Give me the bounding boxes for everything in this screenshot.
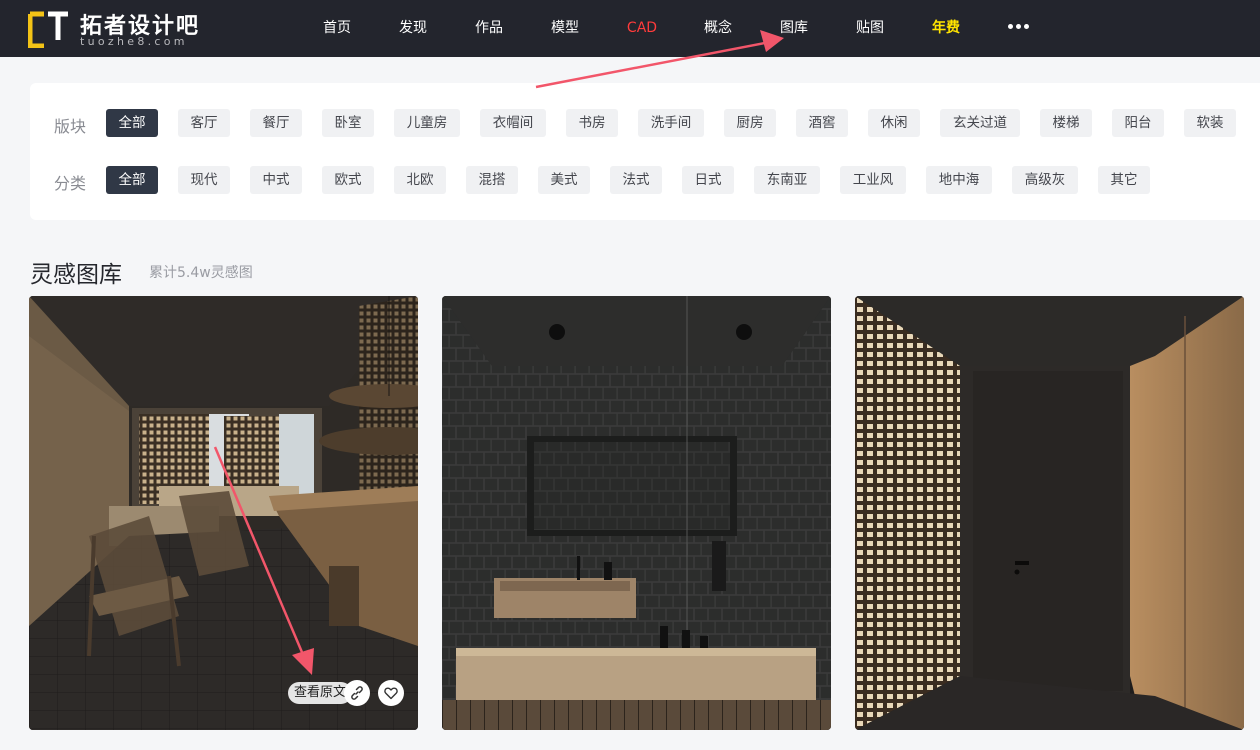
chip-block-kids-room[interactable]: 儿童房: [394, 109, 460, 137]
top-navigation-bar: 拓者设计吧 tuozhe8.com 首页 发现 作品 模型 CAD 概念 图库 …: [0, 0, 1260, 57]
chip-category-southeast-asian[interactable]: 东南亚: [754, 166, 820, 194]
chip-category-premium-grey[interactable]: 高级灰: [1012, 166, 1078, 194]
chip-block-balcony[interactable]: 阳台: [1112, 109, 1164, 137]
nav-item-discover[interactable]: 发现: [399, 17, 427, 39]
chip-category-japanese[interactable]: 日式: [682, 166, 734, 194]
filter-label-category: 分类: [54, 174, 87, 193]
living-room-image: [29, 296, 418, 730]
gallery-count: 累计5.4w灵感图: [149, 265, 253, 281]
nav-item-works[interactable]: 作品: [475, 17, 503, 39]
chip-block-leisure[interactable]: 休闲: [868, 109, 920, 137]
gallery-card-bathroom[interactable]: [442, 296, 831, 730]
nav-item-cad[interactable]: CAD: [627, 17, 657, 39]
nav-item-annual[interactable]: 年费: [932, 17, 960, 39]
chip-block-cloakroom[interactable]: 衣帽间: [480, 109, 546, 137]
chip-category-nordic[interactable]: 北欧: [394, 166, 446, 194]
nav-item-gallery[interactable]: 图库: [780, 17, 808, 39]
nav-item-concept[interactable]: 概念: [704, 17, 732, 39]
chip-block-stairs[interactable]: 楼梯: [1040, 109, 1092, 137]
gallery-title: 灵感图库: [30, 262, 122, 288]
chip-category-european[interactable]: 欧式: [322, 166, 374, 194]
card-actions: 查看原文: [244, 680, 404, 706]
chip-block-bedroom[interactable]: 卧室: [322, 109, 374, 137]
gallery-card-living-room[interactable]: 查看原文: [29, 296, 418, 730]
chip-block-wine-cellar[interactable]: 酒窖: [796, 109, 848, 137]
chip-category-all[interactable]: 全部: [106, 166, 158, 194]
filter-label-block: 版块: [54, 117, 87, 136]
chip-block-kitchen[interactable]: 厨房: [724, 109, 776, 137]
chip-block-washroom[interactable]: 洗手间: [638, 109, 704, 137]
main-nav: 首页 发现 作品 模型 CAD 概念 图库 贴图 年费: [0, 0, 1260, 57]
view-original-button[interactable]: 查看原文: [287, 682, 352, 704]
chip-block-dining-room[interactable]: 餐厅: [250, 109, 302, 137]
filter-panel: 版块 全部 客厅 餐厅 卧室 儿童房 衣帽间 书房 洗手间 厨房 酒窖 休闲 玄…: [30, 83, 1260, 220]
nav-item-models[interactable]: 模型: [551, 17, 579, 39]
nav-item-textures[interactable]: 贴图: [856, 17, 884, 39]
chip-category-french[interactable]: 法式: [610, 166, 662, 194]
chip-block-living-room[interactable]: 客厅: [178, 109, 230, 137]
gallery-card-corridor[interactable]: [855, 296, 1244, 730]
chip-block-soft-furnishing[interactable]: 软装: [1184, 109, 1236, 137]
corridor-image: [855, 296, 1244, 730]
more-dots-icon[interactable]: [1008, 24, 1030, 30]
heart-icon[interactable]: [378, 680, 404, 706]
chip-category-industrial[interactable]: 工业风: [840, 166, 906, 194]
chip-category-american[interactable]: 美式: [538, 166, 590, 194]
bathroom-image: [442, 296, 831, 730]
chip-block-all[interactable]: 全部: [106, 109, 158, 137]
chip-category-chinese[interactable]: 中式: [250, 166, 302, 194]
chip-block-entrance-hall[interactable]: 玄关过道: [940, 109, 1020, 137]
link-icon[interactable]: [344, 680, 370, 706]
nav-item-home[interactable]: 首页: [323, 17, 351, 39]
chip-category-mixed[interactable]: 混搭: [466, 166, 518, 194]
chip-category-mediterranean[interactable]: 地中海: [926, 166, 992, 194]
chip-category-modern[interactable]: 现代: [178, 166, 230, 194]
chip-category-other[interactable]: 其它: [1098, 166, 1150, 194]
chip-block-study[interactable]: 书房: [566, 109, 618, 137]
